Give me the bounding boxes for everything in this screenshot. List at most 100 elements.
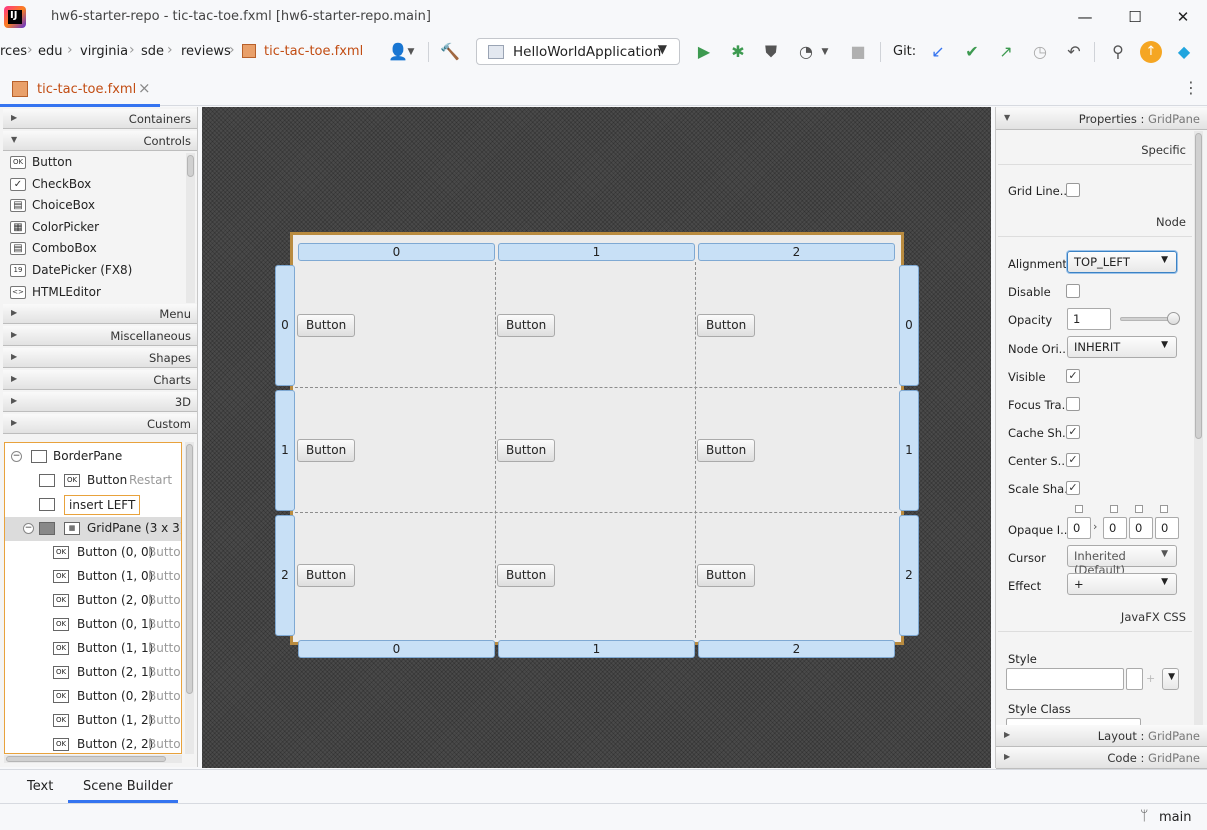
intellij-logo-icon[interactable]: IJ <box>4 6 26 28</box>
inset-link-icon[interactable] <box>1135 505 1143 513</box>
grid-cell-button[interactable]: Button <box>297 314 356 337</box>
insert-left-placeholder[interactable]: insert LEFT <box>64 495 141 515</box>
library-section-charts[interactable]: ▶ Charts <box>3 370 197 390</box>
hierarchy-scrollbar[interactable] <box>185 442 194 754</box>
focus-traversable-checkbox[interactable] <box>1066 397 1080 411</box>
coverage-icon[interactable]: ⛊ <box>759 40 783 64</box>
chevron-down-icon[interactable]: ▼ <box>404 40 418 64</box>
chevron-down-icon[interactable]: ▼ <box>818 40 832 64</box>
grid-cell-button[interactable]: Button <box>497 439 556 462</box>
column-header-bottom[interactable]: 2 <box>698 640 895 658</box>
effect-dropdown[interactable]: + ▼ <box>1067 573 1177 595</box>
tree-node-button[interactable]: OK Button (1, 1) Button <box>5 637 181 661</box>
library-section-custom[interactable]: ▶ Custom <box>3 414 197 434</box>
tab-text[interactable]: Text <box>27 779 53 794</box>
library-section-containers[interactable]: ▶ Containers <box>3 109 197 129</box>
tree-node-borderpane[interactable]: − BorderPane <box>5 445 181 469</box>
inset-link-icon[interactable] <box>1160 505 1168 513</box>
column-header-bottom[interactable]: 0 <box>298 640 495 658</box>
breadcrumb-item[interactable]: edu <box>38 44 63 59</box>
rollback-icon[interactable]: ↶ <box>1062 40 1086 64</box>
tree-node-gridpane[interactable]: − ▦ GridPane (3 x 3) <box>5 517 181 541</box>
visible-checkbox[interactable]: ✓ <box>1066 369 1080 383</box>
opaque-inset-bottom-field[interactable]: 0 <box>1129 517 1153 539</box>
hierarchy-horizontal-scrollbar[interactable] <box>4 755 182 763</box>
history-icon[interactable]: ◷ <box>1028 40 1052 64</box>
git-branch-name[interactable]: main <box>1159 810 1191 825</box>
library-section-shapes[interactable]: ▶ Shapes <box>3 348 197 368</box>
close-window-button[interactable]: ✕ <box>1168 5 1198 29</box>
tree-node-insert-left[interactable]: insert LEFT <box>5 493 181 517</box>
more-options-icon[interactable]: ⋮ <box>1183 78 1199 97</box>
inset-link-icon[interactable] <box>1110 505 1118 513</box>
library-section-controls[interactable]: ▼ Controls <box>3 131 197 151</box>
alignment-dropdown[interactable]: TOP_LEFT ▼ <box>1067 251 1177 273</box>
library-section-3d[interactable]: ▶ 3D <box>3 392 197 412</box>
tree-node-button[interactable]: OK Button (1, 2) Button <box>5 709 181 733</box>
git-update-icon[interactable]: ↙ <box>926 40 950 64</box>
breadcrumb-item[interactable]: rces <box>0 44 27 59</box>
close-tab-icon[interactable]: × <box>138 79 151 97</box>
profiler-icon[interactable]: ◔ <box>794 40 818 64</box>
breadcrumb-item[interactable]: reviews <box>181 44 231 59</box>
column-header-bottom[interactable]: 1 <box>498 640 695 658</box>
column-header-top[interactable]: 2 <box>698 243 895 261</box>
tree-node-button[interactable]: OK Button (0, 0) Button <box>5 541 181 565</box>
tree-node-button-restart[interactable]: OK Button Restart <box>5 469 181 493</box>
row-header-right[interactable]: 2 <box>899 515 919 636</box>
breadcrumb-item[interactable]: virginia <box>80 44 128 59</box>
tree-node-button[interactable]: OK Button (0, 1) Button <box>5 613 181 637</box>
git-commit-icon[interactable]: ✔ <box>960 40 984 64</box>
tab-scene-builder[interactable]: Scene Builder <box>83 779 173 794</box>
layout-section-header[interactable]: ▶ Layout : GridPane <box>996 725 1207 747</box>
opaque-inset-right-field[interactable]: 0 <box>1103 517 1127 539</box>
build-hammer-icon[interactable]: 🔨 <box>438 40 462 64</box>
code-section-header[interactable]: ▶ Code : GridPane <box>996 747 1207 769</box>
chevron-right-icon[interactable]: › <box>1093 520 1097 533</box>
design-canvas[interactable]: 0 1 2 Button Button Button Button Button… <box>202 107 991 768</box>
plugin-icon[interactable]: ◆ <box>1172 40 1196 64</box>
collapse-toggle-icon[interactable]: − <box>23 523 34 534</box>
add-style-icon[interactable]: + <box>1146 672 1155 685</box>
search-icon[interactable]: ⚲ <box>1106 40 1130 64</box>
properties-section-header[interactable]: ▼ Properties : GridPane <box>996 108 1207 130</box>
breadcrumb-current-file[interactable]: tic-tac-toe.fxml <box>264 44 363 59</box>
run-configuration-dropdown[interactable]: HelloWorldApplication ▼ <box>476 38 680 65</box>
style-menu-dropdown[interactable]: ▼ <box>1162 668 1179 690</box>
disable-checkbox[interactable] <box>1066 284 1080 298</box>
row-header-left[interactable]: 1 <box>275 390 295 511</box>
breadcrumb-item[interactable]: sde <box>141 44 164 59</box>
debug-icon[interactable]: ✱ <box>726 40 750 64</box>
maximize-button[interactable]: ☐ <box>1120 5 1150 29</box>
properties-scrollbar[interactable] <box>1194 131 1203 725</box>
scale-shape-checkbox[interactable]: ✓ <box>1066 481 1080 495</box>
style-color-field[interactable] <box>1126 668 1143 690</box>
grid-cell-button[interactable]: Button <box>297 439 356 462</box>
row-header-left[interactable]: 0 <box>275 265 295 386</box>
tree-node-button[interactable]: OK Button (2, 0) Button <box>5 589 181 613</box>
row-header-right[interactable]: 0 <box>899 265 919 386</box>
inset-link-icon[interactable] <box>1075 505 1083 513</box>
grid-cell-button[interactable]: Button <box>697 314 756 337</box>
center-shape-checkbox[interactable]: ✓ <box>1066 453 1080 467</box>
updates-icon[interactable]: ↑ <box>1140 41 1162 63</box>
tree-node-button[interactable]: OK Button (1, 0) Button <box>5 565 181 589</box>
minimize-button[interactable]: — <box>1070 5 1100 29</box>
stop-icon[interactable]: ■ <box>846 40 870 64</box>
row-header-right[interactable]: 1 <box>899 390 919 511</box>
column-header-top[interactable]: 1 <box>498 243 695 261</box>
grid-cell-button[interactable]: Button <box>697 439 756 462</box>
run-icon[interactable]: ▶ <box>692 40 716 64</box>
node-orientation-dropdown[interactable]: INHERIT ▼ <box>1067 336 1177 358</box>
style-field[interactable] <box>1006 668 1124 690</box>
collapse-toggle-icon[interactable]: − <box>11 451 22 462</box>
grid-cell-button[interactable]: Button <box>497 564 556 587</box>
gridpane-grid[interactable]: Button Button Button Button Button Butto… <box>295 262 897 638</box>
controls-scrollbar[interactable] <box>186 153 195 303</box>
tree-node-button[interactable]: OK Button (2, 1) Button <box>5 661 181 685</box>
row-header-left[interactable]: 2 <box>275 515 295 636</box>
opaque-inset-left-field[interactable]: 0 <box>1155 517 1179 539</box>
column-header-top[interactable]: 0 <box>298 243 495 261</box>
grid-cell-button[interactable]: Button <box>697 564 756 587</box>
cache-shape-checkbox[interactable]: ✓ <box>1066 425 1080 439</box>
